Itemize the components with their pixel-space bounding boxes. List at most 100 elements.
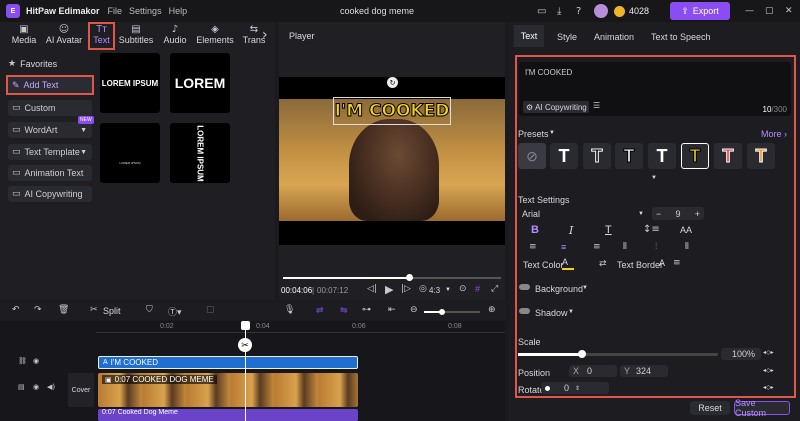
grid-icon[interactable]: # [475,284,480,294]
rotate-field[interactable]: 0 ⇕ [541,382,609,394]
track-link-icon[interactable]: ⛓ [18,357,27,365]
zoom-out-icon[interactable]: ⊖ [410,305,418,315]
menu-help[interactable]: Help [169,6,188,16]
align-middle-button[interactable]: ⫶ [655,242,657,252]
bold-button[interactable]: B [531,224,539,236]
tab-ai-avatar[interactable]: ☺ AI Avatar [44,24,84,45]
sidebar-item-text-template[interactable]: ▭ Text Template ▼ [8,144,92,160]
rotate-handle-icon[interactable]: ↻ [387,77,398,88]
preset-bold[interactable]: T [648,143,676,169]
position-stepper-icon[interactable]: ◂◇▸ [763,367,774,374]
shadow-expand-icon[interactable]: ▼ [568,309,574,315]
align-bottom-button[interactable]: ⫴ [685,242,689,252]
background-expand-icon[interactable]: ▼ [582,285,588,291]
audio-clip[interactable]: 0:07 Cooked Dog Meme [98,409,358,421]
rotate-keyframe-icon[interactable]: ◂◇▸ [763,384,774,391]
track-video-icon[interactable]: ▤ [18,383,25,391]
tab-audio[interactable]: ♪ Audio [160,24,190,45]
template-card[interactable]: LOREM IPSUM [100,53,160,113]
tab-text-settings[interactable]: Text [514,25,544,47]
preset-outline[interactable]: T [583,143,611,169]
more-presets-link[interactable]: More › [761,129,787,139]
shield-icon[interactable]: ⛉ [146,305,153,315]
track-audio-icon[interactable]: ◀) [47,383,55,391]
credits-badge[interactable]: 4028 [614,4,649,18]
rotate-knob-icon[interactable] [545,385,550,391]
sidebar-item-ai-copywriting[interactable]: ▭ AI Copywriting [8,186,92,202]
help-icon[interactable]: ? [576,6,581,17]
loop-icon[interactable]: ◎ [419,284,427,294]
menu-file[interactable]: File [108,6,123,16]
sidebar-item-favorites[interactable]: ★ Favorites [8,56,92,72]
font-select[interactable]: Arial ▼ [518,207,648,220]
delete-icon[interactable]: 🗑 [58,305,69,315]
border-color-icon[interactable]: A [659,258,665,268]
layout-icon[interactable]: ▭ [537,6,546,17]
save-custom-button[interactable]: Save Custom [734,398,790,418]
tab-text-to-speech[interactable]: Text to Speech [651,32,711,42]
download-icon[interactable]: ⤓ [557,6,561,17]
tabs-next-icon[interactable]: › [262,27,268,43]
ripple-icon[interactable]: ⊶ [362,305,371,315]
background-toggle[interactable] [519,284,530,290]
tab-text[interactable]: Tт Text [88,22,115,50]
presets-expand-icon[interactable]: ▼ [651,175,657,181]
align-right-button[interactable]: ≡ [593,242,601,252]
presets-dropdown-icon[interactable]: ▼ [549,130,555,136]
sidebar-item-wordart[interactable]: ▭ WordArt ▼ [8,122,92,138]
rotate-stepper[interactable]: ⇕ [575,385,580,392]
font-size-stepper[interactable]: − 9 + [652,207,704,220]
video-clip[interactable]: ▣ 0:07 COOKED DOG MEME [98,373,358,407]
sidebar-item-custom[interactable]: ▭ Custom [8,100,92,116]
next-frame-icon[interactable]: |▷ [401,284,411,294]
preset-yellow[interactable]: T [681,143,709,169]
zoom-slider-handle[interactable] [439,309,445,315]
text-tool-icon[interactable]: Ⓣ▾ [168,305,182,318]
ratio-dropdown-icon[interactable]: ▼ [445,287,451,293]
sidebar-item-add-text[interactable]: ✎ Add Text [6,75,94,95]
redo-icon[interactable]: ↷ [34,305,42,315]
strikethrough-button[interactable]: T [605,224,612,236]
preset-white[interactable]: T [550,143,578,169]
image-icon[interactable]: ▢ [206,305,215,315]
track-eye-icon[interactable]: ◉ [33,383,39,391]
align-left-button[interactable]: ≡ [529,242,537,252]
template-card[interactable]: LOREM [170,53,230,113]
scale-slider[interactable] [518,350,718,358]
split-label[interactable]: Split [103,306,121,316]
uppercase-button[interactable]: AA [680,225,692,235]
split-icon[interactable]: ✂ [90,305,98,315]
tab-media[interactable]: ▣ Media [10,24,38,45]
menu-settings[interactable]: Settings [129,6,162,16]
text-clip[interactable]: A I'M COOKED [98,356,358,369]
play-icon[interactable]: ▶ [385,283,393,296]
snapshot-icon[interactable]: ⊙ [459,284,467,294]
swap-colors-icon[interactable]: ⇄ [599,259,607,269]
shadow-toggle[interactable] [519,308,530,314]
text-overlay-box[interactable]: I'M COOKED [333,97,451,125]
link-icon[interactable]: ⇌ [316,305,324,316]
mic-icon[interactable]: 🎙 [284,305,295,315]
undo-icon[interactable]: ↶ [12,305,20,315]
zoom-slider[interactable] [424,309,480,315]
export-button[interactable]: ⇪ Export [670,2,730,20]
decrease-icon[interactable]: − [656,209,661,219]
align-top-button[interactable]: ⫴ [623,242,627,252]
preset-shadow[interactable]: T [615,143,643,169]
scale-stepper-icon[interactable]: ◂◇▸ [763,349,774,356]
cover-button[interactable]: Cover [68,373,94,407]
tab-elements[interactable]: ◈ Elements [196,24,234,45]
preset-orange[interactable]: T [747,143,775,169]
scale-slider-handle[interactable] [578,350,586,358]
increase-icon[interactable]: + [695,209,700,219]
zoom-in-icon[interactable]: ⊕ [488,305,496,315]
close-icon[interactable]: ✕ [785,6,793,16]
italic-button[interactable]: I [569,224,573,237]
tab-animation[interactable]: Animation [594,32,634,42]
border-style-icon[interactable]: ≡ [673,258,681,268]
player-progress-handle[interactable] [406,274,414,281]
text-input-box[interactable]: I'M COOKED ⚙ AI Copywriting ☰ 10/300 [519,62,791,116]
snap-icon[interactable]: ⇤ [388,305,396,315]
tab-subtitles[interactable]: ▤ Subtitles [118,24,154,45]
playhead[interactable] [245,321,246,421]
